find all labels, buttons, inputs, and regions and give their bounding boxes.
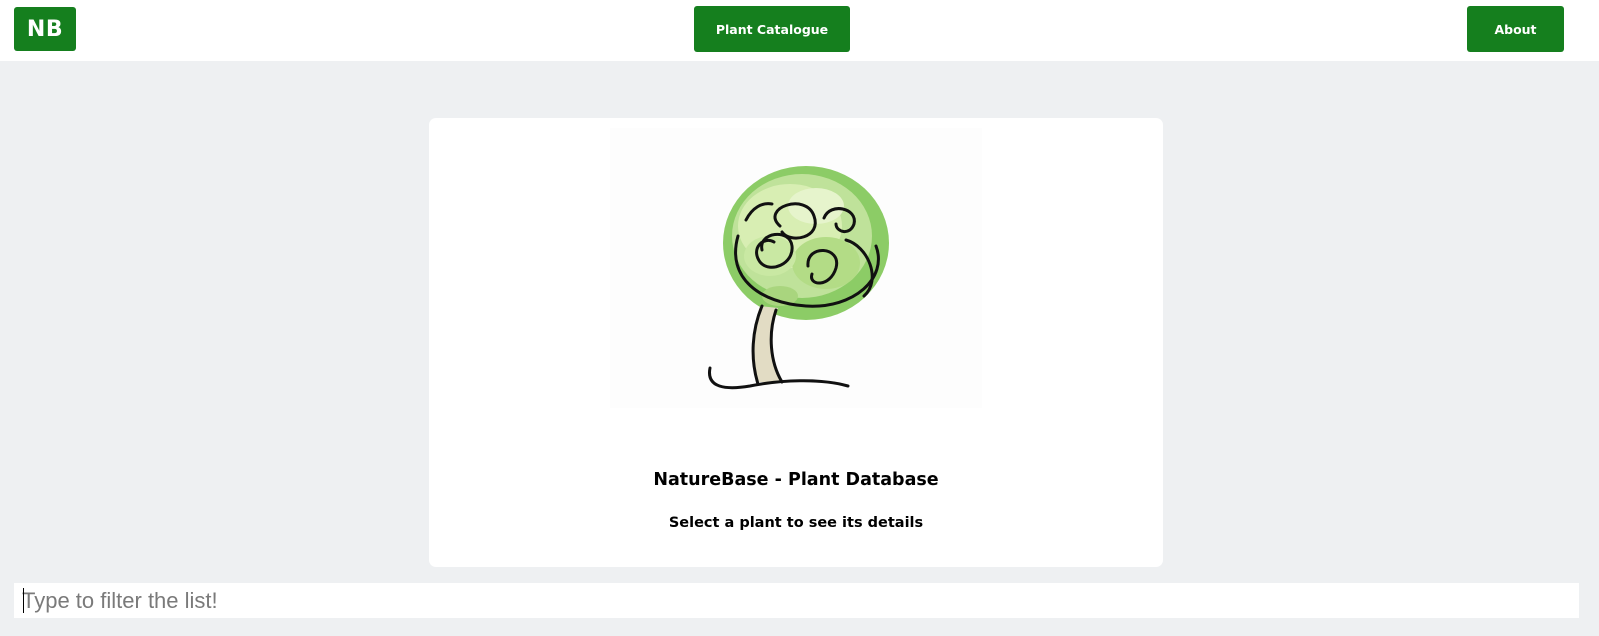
page-title: NatureBase - Plant Database — [653, 470, 939, 490]
tree-illustration — [610, 128, 982, 408]
welcome-card: NatureBase - Plant Database Select a pla… — [429, 118, 1163, 567]
filter-input[interactable] — [14, 583, 1579, 618]
page-subtitle: Select a plant to see its details — [668, 515, 924, 531]
about-button[interactable]: About — [1467, 6, 1564, 52]
home-logo-button[interactable]: NB — [14, 7, 76, 51]
plant-catalogue-button[interactable]: Plant Catalogue — [694, 6, 850, 52]
tree-icon — [708, 166, 889, 390]
text-caret — [23, 588, 24, 613]
top-navbar: NB Plant Catalogue About — [0, 0, 1599, 61]
